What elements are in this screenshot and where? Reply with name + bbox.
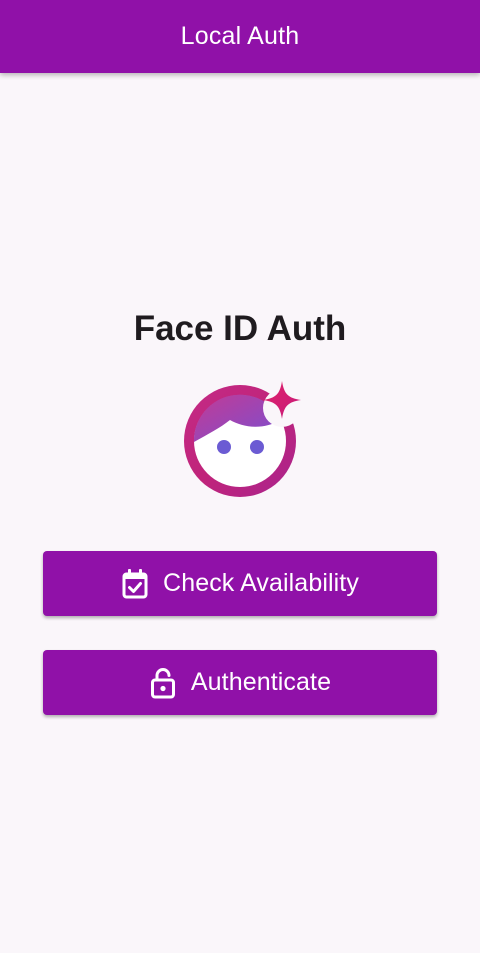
authenticate-button[interactable]: Authenticate — [43, 650, 437, 715]
face-id-icon — [184, 381, 301, 497]
app-root: Local Auth Face ID Auth Check Availabili… — [0, 0, 480, 953]
check-availability-label: Check Availability — [163, 569, 359, 597]
authenticate-label: Authenticate — [190, 668, 332, 696]
page-title: Face ID Auth — [133, 309, 347, 348]
app-bar: Local Auth — [0, 0, 480, 73]
calendar-check-icon — [121, 568, 149, 600]
app-bar-title: Local Auth — [180, 22, 300, 50]
unlock-icon — [149, 667, 177, 699]
check-availability-button[interactable]: Check Availability — [43, 551, 437, 616]
